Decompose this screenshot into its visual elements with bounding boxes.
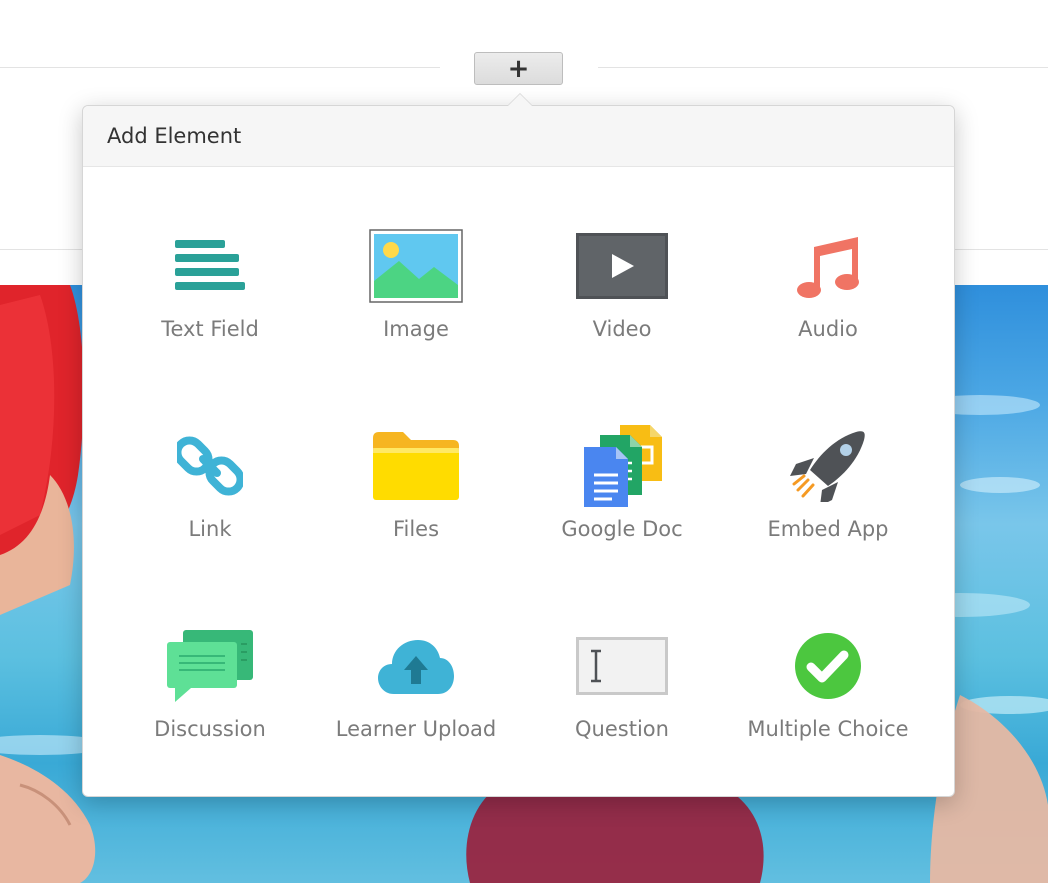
element-learner-upload[interactable]: Learner Upload xyxy=(313,567,519,767)
rocket-icon xyxy=(778,426,878,506)
add-element-popover: Add Element Text Field Image Video Audio… xyxy=(82,93,955,797)
page: + Add Element Text Field Image Video Aud… xyxy=(0,0,1048,883)
checkmark-icon xyxy=(778,626,878,706)
cloud-upload-icon xyxy=(366,626,466,706)
element-grid: Text Field Image Video Audio Link Files … xyxy=(83,167,954,797)
element-link[interactable]: Link xyxy=(107,367,313,567)
element-label: Image xyxy=(383,317,449,341)
element-label: Link xyxy=(188,517,232,541)
video-icon xyxy=(572,226,672,306)
text-field-icon xyxy=(160,226,260,306)
audio-icon xyxy=(778,226,878,306)
element-video[interactable]: Video xyxy=(519,167,725,367)
element-label: Learner Upload xyxy=(335,717,497,741)
element-label: Audio xyxy=(798,317,858,341)
folder-icon xyxy=(366,426,466,506)
link-icon xyxy=(160,426,260,506)
google-doc-icon xyxy=(572,425,672,507)
element-label: Question xyxy=(575,717,669,741)
element-label: Embed App xyxy=(767,517,889,541)
popover-title: Add Element xyxy=(107,124,242,148)
divider-line-right xyxy=(598,67,1048,68)
plus-icon: + xyxy=(507,53,530,84)
element-label: Discussion xyxy=(154,717,266,741)
image-icon xyxy=(366,226,466,306)
question-input-icon xyxy=(572,626,672,706)
element-label: Multiple Choice xyxy=(747,717,909,741)
element-label: Google Doc xyxy=(561,517,683,541)
element-discussion[interactable]: Discussion xyxy=(107,567,313,767)
popover-header: Add Element xyxy=(83,106,954,167)
element-label: Text Field xyxy=(161,317,259,341)
divider-line-left xyxy=(0,67,440,68)
element-audio[interactable]: Audio xyxy=(725,167,931,367)
element-label: Video xyxy=(592,317,652,341)
element-google-doc[interactable]: Google Doc xyxy=(519,367,725,567)
element-multiple-choice[interactable]: Multiple Choice xyxy=(725,567,931,767)
add-element-button[interactable]: + xyxy=(474,52,563,85)
element-files[interactable]: Files xyxy=(313,367,519,567)
element-question[interactable]: Question xyxy=(519,567,725,767)
element-image[interactable]: Image xyxy=(313,167,519,367)
element-text-field[interactable]: Text Field xyxy=(107,167,313,367)
element-label: Files xyxy=(392,517,440,541)
popover-arrow-fill xyxy=(508,94,532,106)
discussion-icon xyxy=(160,626,260,706)
element-embed-app[interactable]: Embed App xyxy=(725,367,931,567)
